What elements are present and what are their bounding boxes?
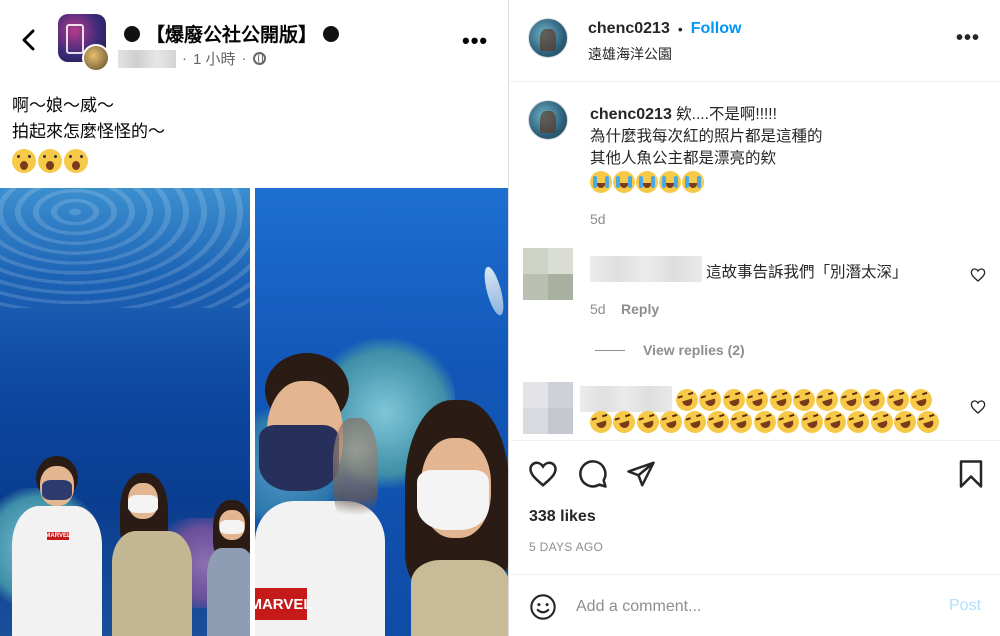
caption-first-line: chenc0213 欸....不是啊!!!!!	[590, 104, 777, 126]
rolling-on-floor-laughing-icon	[743, 386, 772, 414]
facebook-post-panel: 【爆廢公社公開版】 · 1 小時 · ••• 啊～娘～威～ 拍起來怎麼怪怪的～ …	[0, 0, 509, 636]
follow-button[interactable]: Follow	[691, 20, 742, 38]
rolling-on-floor-laughing-icon	[633, 408, 662, 436]
comment-time[interactable]: 5d	[590, 301, 606, 317]
author-avatar[interactable]	[528, 18, 568, 58]
scream-face-icon	[12, 149, 36, 173]
commenter-avatar-blurred[interactable]	[523, 248, 573, 300]
dot-separator: ·	[241, 50, 247, 67]
commenter-avatar-blurred[interactable]	[523, 382, 573, 434]
caption-avatar[interactable]	[528, 100, 568, 140]
rolling-on-floor-laughing-icon	[750, 408, 779, 436]
caption-emojis	[590, 171, 704, 193]
dot-separator: •	[677, 21, 683, 37]
emoji-picker-icon[interactable]	[529, 593, 557, 621]
post-header: chenc0213 • Follow 遠雄海洋公園 •••	[510, 0, 1000, 82]
post-photo-1[interactable]: MARVEL	[0, 188, 250, 636]
more-options-icon[interactable]: •••	[956, 28, 980, 48]
rolling-on-floor-laughing-icon	[696, 386, 725, 414]
rolling-on-floor-laughing-icon	[657, 408, 686, 436]
author-username[interactable]: chenc0213	[588, 20, 670, 38]
post-text: 啊～娘～威～ 拍起來怎麼怪怪的～	[12, 93, 165, 145]
rolling-on-floor-laughing-icon	[883, 386, 912, 414]
post-line: 拍起來怎麼怪怪的～	[12, 122, 165, 141]
loudly-crying-face-icon	[636, 171, 658, 193]
post-meta: · 1 小時 ·	[118, 48, 266, 69]
save-bookmark-icon[interactable]	[958, 459, 984, 489]
black-circle-icon	[323, 25, 340, 42]
location-link[interactable]: 遠雄海洋公園	[588, 44, 672, 64]
post-photo-2[interactable]: MARVEL	[255, 188, 508, 636]
dot-separator: ·	[182, 50, 187, 67]
rolling-on-floor-laughing-icon	[774, 408, 802, 436]
rolling-on-floor-laughing-icon	[867, 408, 896, 436]
reply-button[interactable]: Reply	[621, 301, 659, 317]
group-name[interactable]: 【爆廢公社公開版】	[124, 20, 340, 47]
globe-icon	[252, 52, 266, 65]
post-time[interactable]: 1 小時	[193, 48, 236, 69]
back-icon[interactable]	[14, 24, 42, 56]
rolling-on-floor-laughing-icon	[719, 386, 748, 414]
rolling-on-floor-laughing-icon	[813, 386, 842, 414]
rolling-on-floor-laughing-icon	[797, 408, 826, 436]
caption-username[interactable]: chenc0213	[590, 106, 672, 123]
group-avatar[interactable]	[58, 14, 110, 72]
blurred-commenter-name[interactable]	[580, 386, 672, 412]
rolling-on-floor-laughing-icon	[610, 408, 639, 436]
instagram-panel: chenc0213 • Follow 遠雄海洋公園 ••• chenc0213 …	[510, 0, 1000, 636]
poster-avatar[interactable]	[82, 44, 110, 72]
loudly-crying-face-icon	[613, 171, 635, 193]
caption-text: 其他人魚公主都是漂亮的欸	[590, 150, 777, 167]
comment-bubble-icon[interactable]	[578, 459, 608, 489]
rolling-on-floor-laughing-icon	[587, 408, 615, 436]
like-comment-heart-icon[interactable]	[970, 267, 986, 283]
rolling-on-floor-laughing-icon	[766, 386, 795, 414]
scream-face-icon	[38, 149, 62, 173]
post-emojis	[12, 149, 88, 173]
share-paper-plane-icon[interactable]	[626, 459, 656, 489]
blurred-poster-name	[118, 49, 176, 68]
add-comment-input[interactable]	[576, 593, 926, 621]
comment-emojis-row-2	[587, 408, 943, 436]
rolling-on-floor-laughing-icon	[836, 386, 865, 414]
post-date[interactable]: 5 DAYS AGO	[529, 540, 603, 554]
rolling-on-floor-laughing-icon	[790, 386, 818, 414]
blurred-commenter-name[interactable]	[590, 256, 702, 282]
black-circle-icon	[124, 25, 140, 42]
post-line: 啊～娘～威～	[12, 96, 114, 115]
marvel-logo: MARVEL	[255, 588, 313, 620]
rolling-on-floor-laughing-icon	[907, 386, 935, 414]
rolling-on-floor-laughing-icon	[914, 408, 943, 436]
divider	[510, 440, 1000, 441]
rolling-on-floor-laughing-icon	[704, 408, 732, 436]
more-options-icon[interactable]: •••	[462, 30, 488, 52]
rolling-on-floor-laughing-icon	[891, 408, 919, 436]
post-comment-button[interactable]: Post	[949, 597, 981, 615]
comment-emojis-row-1	[673, 386, 935, 414]
scream-face-icon	[64, 149, 88, 173]
loudly-crying-face-icon	[682, 171, 704, 193]
like-heart-icon[interactable]	[528, 459, 558, 489]
rolling-on-floor-laughing-icon	[673, 386, 701, 414]
divider	[510, 574, 1000, 575]
view-replies-button[interactable]: View replies (2)	[595, 342, 745, 358]
rolling-on-floor-laughing-icon	[821, 408, 849, 436]
caption-text: 欸....不是啊!!!!!	[676, 106, 777, 123]
likes-count[interactable]: 338 likes	[529, 508, 596, 526]
view-replies-label[interactable]: View replies (2)	[643, 342, 745, 358]
caption-time[interactable]: 5d	[590, 211, 606, 227]
loudly-crying-face-icon	[659, 171, 681, 193]
divider-line	[595, 349, 625, 351]
marvel-logo: MARVEL	[45, 532, 71, 540]
loudly-crying-face-icon	[590, 171, 612, 193]
rolling-on-floor-laughing-icon	[860, 386, 888, 414]
comment-text: 這故事告訴我們「別潛太深」	[706, 264, 908, 281]
caption-text: 為什麼我每次紅的照片都是這種的	[590, 128, 823, 145]
like-comment-heart-icon[interactable]	[970, 399, 986, 415]
rolling-on-floor-laughing-icon	[844, 408, 873, 436]
rolling-on-floor-laughing-icon	[727, 408, 756, 436]
rolling-on-floor-laughing-icon	[680, 408, 709, 436]
